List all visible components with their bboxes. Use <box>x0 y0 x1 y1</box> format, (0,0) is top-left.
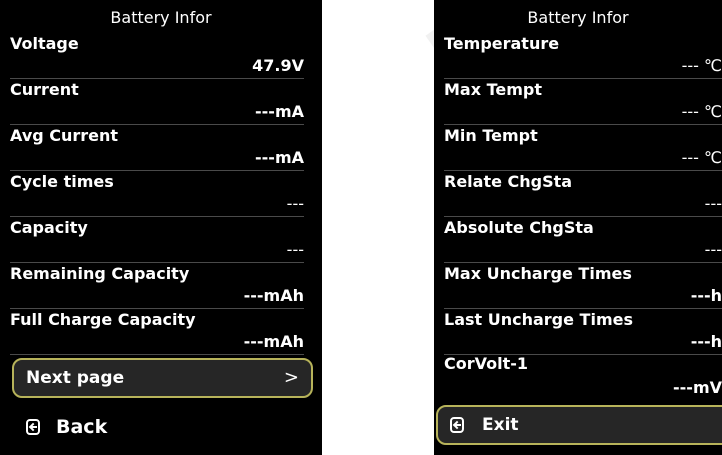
row-value: ---h <box>690 332 722 351</box>
row-value: --- <box>704 240 722 259</box>
row-label: Voltage <box>10 34 79 53</box>
row-label: Temperature <box>444 34 560 53</box>
row-value: ---mAh <box>243 332 304 351</box>
row-label: Relate ChgSta <box>444 172 573 191</box>
row-value: ---mA <box>255 148 304 167</box>
row-label: Min Tempt <box>444 126 538 145</box>
exit-button[interactable]: Exit <box>436 405 722 445</box>
row-value: ---mAh <box>243 286 304 305</box>
row-value: --- ℃ <box>681 148 722 167</box>
next-page-label: Next page <box>26 368 125 388</box>
row-value: --- <box>704 194 722 213</box>
row-value: ---mV <box>673 378 722 397</box>
battery-info-screen-page-1: Battery Infor Voltage 47.9V Current ---m… <box>0 0 322 455</box>
row-voltage: Voltage 47.9V <box>10 34 304 79</box>
row-cycle-times: Cycle times --- <box>10 172 304 217</box>
screen-title: Battery Infor <box>110 8 212 27</box>
row-remaining-capacity: Remaining Capacity ---mAh <box>10 264 304 309</box>
row-label: Current <box>10 80 79 99</box>
row-relate-chgsta: Relate ChgSta --- <box>444 172 722 217</box>
row-value: --- ℃ <box>681 102 722 121</box>
row-label: Avg Current <box>10 126 119 145</box>
row-max-uncharge-times: Max Uncharge Times ---h <box>444 264 722 309</box>
row-label: Remaining Capacity <box>10 264 190 283</box>
row-value: 47.9V <box>252 56 304 75</box>
row-label: Max Uncharge Times <box>444 264 632 283</box>
back-label: Back <box>56 416 108 438</box>
battery-info-screen-page-2: Battery Infor Temperature --- ℃ Max Temp… <box>434 0 722 455</box>
row-temperature: Temperature --- ℃ <box>444 34 722 79</box>
row-value: ---mA <box>255 102 304 121</box>
row-label: Cycle times <box>10 172 114 191</box>
row-label: Absolute ChgSta <box>444 218 594 237</box>
row-absolute-chgsta: Absolute ChgSta --- <box>444 218 722 263</box>
row-max-tempt: Max Tempt --- ℃ <box>444 80 722 125</box>
chevron-right-icon: > <box>283 367 299 388</box>
exit-icon <box>450 417 464 433</box>
row-value: --- <box>286 194 304 213</box>
row-full-charge-capacity: Full Charge Capacity ---mAh <box>10 310 304 355</box>
back-button[interactable]: Back <box>12 408 313 446</box>
row-current: Current ---mA <box>10 80 304 125</box>
row-label: Capacity <box>10 218 88 237</box>
row-value: --- <box>286 240 304 259</box>
row-capacity: Capacity --- <box>10 218 304 263</box>
row-label: CorVolt-1 <box>444 354 529 373</box>
exit-icon <box>26 419 40 435</box>
screen-title: Battery Infor <box>527 8 629 27</box>
row-avg-current: Avg Current ---mA <box>10 126 304 171</box>
next-page-button[interactable]: Next page > <box>12 358 313 398</box>
row-min-tempt: Min Tempt --- ℃ <box>444 126 722 171</box>
row-corvolt-1: CorVolt-1 ---mV <box>444 354 722 400</box>
exit-label: Exit <box>482 415 519 435</box>
row-label: Max Tempt <box>444 80 543 99</box>
row-label: Last Uncharge Times <box>444 310 633 329</box>
row-label: Full Charge Capacity <box>10 310 196 329</box>
row-value: ---h <box>690 286 722 305</box>
row-last-uncharge-times: Last Uncharge Times ---h <box>444 310 722 355</box>
row-value: --- ℃ <box>681 56 722 75</box>
